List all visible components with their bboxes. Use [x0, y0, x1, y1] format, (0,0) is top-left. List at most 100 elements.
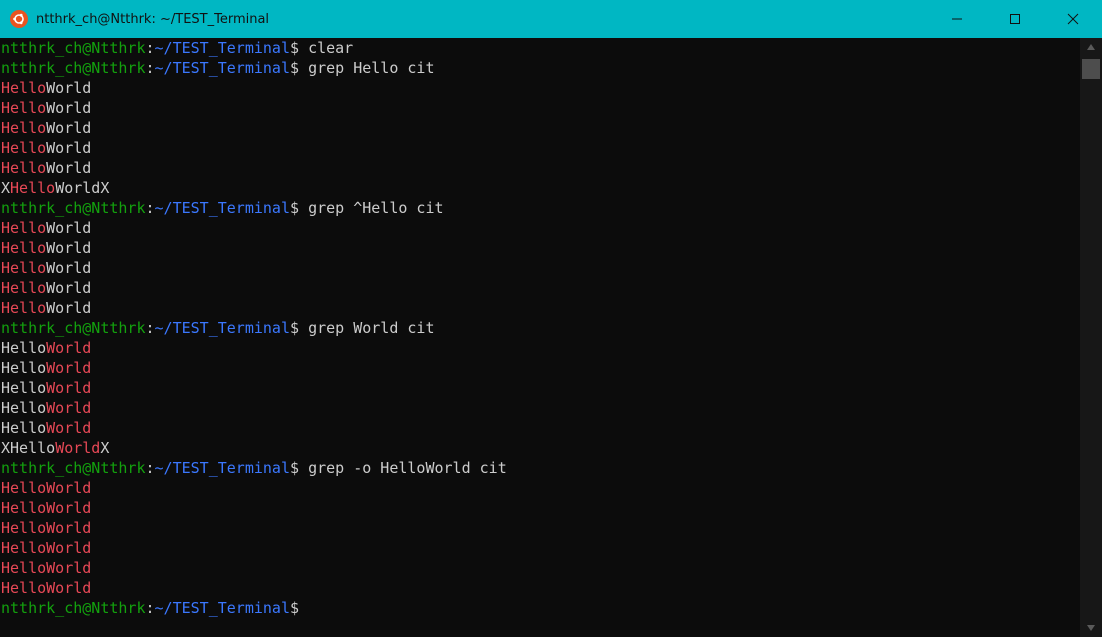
output-text: Hello [1, 359, 47, 377]
prompt-line: ntthrk_ch@Ntthrk:~/TEST_Terminal$ grep W… [1, 318, 1080, 338]
match-highlight: Hello [1, 159, 47, 177]
output-line: HelloWorld [1, 538, 1080, 558]
output-text: XHello [1, 439, 56, 457]
output-line: HelloWorld [1, 338, 1080, 358]
output-text: Hello [1, 379, 47, 397]
output-line: HelloWorld [1, 418, 1080, 438]
output-text: World [46, 79, 92, 97]
command-text: grep World cit [308, 319, 435, 337]
match-highlight: Hello [1, 299, 47, 317]
match-highlight: Hello [1, 279, 47, 297]
prompt-separator: : [145, 459, 155, 477]
output-text: Hello [1, 419, 47, 437]
scroll-up-button[interactable] [1080, 38, 1102, 56]
prompt-symbol: $ [290, 59, 309, 77]
command-text: grep ^Hello cit [308, 199, 444, 217]
output-line: XHelloWorldX [1, 438, 1080, 458]
prompt-path: ~/TEST_Terminal [154, 199, 290, 217]
match-highlight: World [46, 379, 92, 397]
match-highlight: Hello [10, 179, 56, 197]
output-text: X [100, 439, 110, 457]
scrollbar-thumb[interactable] [1082, 59, 1100, 79]
command-text: clear [308, 39, 354, 57]
match-highlight: World [55, 439, 101, 457]
output-line: HelloWorld [1, 558, 1080, 578]
prompt-line: ntthrk_ch@Ntthrk:~/TEST_Terminal$ grep ^… [1, 198, 1080, 218]
scroll-down-button[interactable] [1080, 619, 1102, 637]
prompt-path: ~/TEST_Terminal [154, 39, 290, 57]
prompt-symbol: $ [290, 39, 309, 57]
prompt-separator: : [145, 199, 155, 217]
prompt-separator: : [145, 59, 155, 77]
output-text: Hello [1, 339, 47, 357]
prompt-separator: : [145, 39, 155, 57]
prompt-line: ntthrk_ch@Ntthrk:~/TEST_Terminal$ grep -… [1, 458, 1080, 478]
output-line: HelloWorld [1, 478, 1080, 498]
match-highlight: Hello [1, 99, 47, 117]
prompt-symbol: $ [290, 319, 309, 337]
close-button[interactable] [1044, 0, 1102, 38]
scroll-down-arrow-icon [1087, 625, 1095, 631]
window-title: ntthrk_ch@Ntthrk: ~/TEST_Terminal [36, 11, 270, 27]
output-text: World [46, 159, 92, 177]
output-text: World [46, 119, 92, 137]
prompt-separator: : [145, 319, 155, 337]
maximize-button[interactable] [986, 0, 1044, 38]
output-line: HelloWorld [1, 218, 1080, 238]
output-line: HelloWorld [1, 398, 1080, 418]
match-highlight: Hello [1, 219, 47, 237]
close-icon [1067, 13, 1079, 25]
prompt-separator: : [145, 599, 155, 617]
prompt-line: ntthrk_ch@Ntthrk:~/TEST_Terminal$ [1, 598, 1080, 618]
terminal-output[interactable]: ntthrk_ch@Ntthrk:~/TEST_Terminal$ clear n… [0, 38, 1080, 637]
prompt-path: ~/TEST_Terminal [154, 459, 290, 477]
prompt-user: ntthrk_ch@Ntthrk [1, 39, 146, 57]
window-controls [928, 0, 1102, 38]
output-text: World [46, 299, 92, 317]
output-text: Hello [1, 399, 47, 417]
prompt-symbol: $ [290, 599, 300, 617]
output-line: HelloWorld [1, 498, 1080, 518]
match-highlight: Hello [1, 79, 47, 97]
ubuntu-logo-icon[interactable] [10, 10, 28, 28]
minimize-icon [952, 18, 962, 20]
prompt-symbol: $ [290, 459, 309, 477]
prompt-line: ntthrk_ch@Ntthrk:~/TEST_Terminal$ grep H… [1, 58, 1080, 78]
match-highlight: Hello [1, 259, 47, 277]
output-line: XHelloWorldX [1, 178, 1080, 198]
vertical-scrollbar[interactable] [1080, 38, 1102, 637]
prompt-user: ntthrk_ch@Ntthrk [1, 459, 146, 477]
prompt-symbol: $ [290, 199, 309, 217]
prompt-user: ntthrk_ch@Ntthrk [1, 199, 146, 217]
minimize-button[interactable] [928, 0, 986, 38]
match-highlight: HelloWorld [1, 559, 92, 577]
output-line: HelloWorld [1, 238, 1080, 258]
output-line: HelloWorld [1, 278, 1080, 298]
output-text: WorldX [55, 179, 110, 197]
output-line: HelloWorld [1, 378, 1080, 398]
output-line: HelloWorld [1, 258, 1080, 278]
prompt-user: ntthrk_ch@Ntthrk [1, 599, 146, 617]
match-highlight: HelloWorld [1, 519, 92, 537]
command-text: grep Hello cit [308, 59, 435, 77]
output-text: World [46, 139, 92, 157]
match-highlight: Hello [1, 139, 47, 157]
match-highlight: World [46, 339, 92, 357]
match-highlight: World [46, 419, 92, 437]
match-highlight: HelloWorld [1, 499, 92, 517]
output-text: X [1, 179, 11, 197]
output-line: HelloWorld [1, 358, 1080, 378]
command-text: grep -o HelloWorld cit [308, 459, 507, 477]
output-line: HelloWorld [1, 578, 1080, 598]
scroll-up-arrow-icon [1087, 44, 1095, 50]
prompt-user: ntthrk_ch@Ntthrk [1, 59, 146, 77]
prompt-line: ntthrk_ch@Ntthrk:~/TEST_Terminal$ clear [1, 38, 1080, 58]
match-highlight: World [46, 399, 92, 417]
output-text: World [46, 259, 92, 277]
prompt-path: ~/TEST_Terminal [154, 599, 290, 617]
title-bar[interactable]: ntthrk_ch@Ntthrk: ~/TEST_Terminal [0, 0, 1102, 38]
match-highlight: World [46, 359, 92, 377]
match-highlight: Hello [1, 119, 47, 137]
prompt-user: ntthrk_ch@Ntthrk [1, 319, 146, 337]
output-text: World [46, 219, 92, 237]
